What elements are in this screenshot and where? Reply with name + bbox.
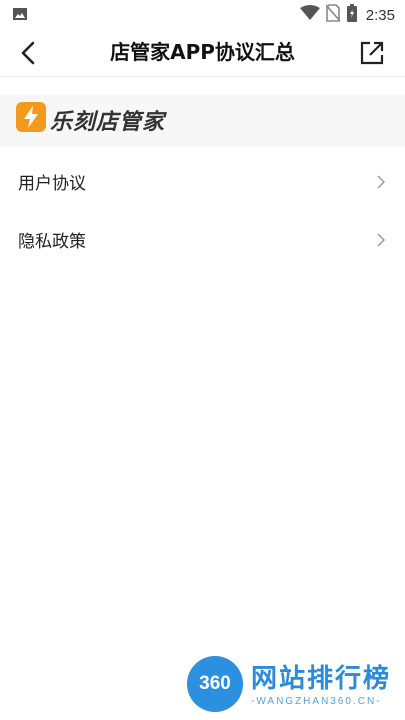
image-icon <box>12 6 28 26</box>
battery-icon <box>346 4 358 26</box>
watermark-badge: 360 <box>187 656 243 712</box>
list-item-label: 隐私政策 <box>18 231 86 252</box>
no-sim-icon <box>325 4 341 26</box>
list-item-user-agreement[interactable]: 用户协议 <box>0 152 405 210</box>
chevron-right-icon <box>377 232 386 251</box>
watermark-title: 网站排行榜 <box>251 664 392 694</box>
status-icons: 2:35 <box>299 4 395 26</box>
list-item-label: 用户协议 <box>18 173 86 194</box>
open-external-button[interactable] <box>359 40 385 66</box>
status-time: 2:35 <box>365 6 395 24</box>
status-bar: 2:35 <box>0 0 405 28</box>
watermark-subtitle: -WANGZHAN360.CN- <box>251 696 382 707</box>
brand-name: 乐刻店管家 <box>50 110 166 135</box>
page-title: 店管家APP协议汇总 <box>110 40 295 64</box>
chevron-right-icon <box>377 174 386 193</box>
lightning-logo-icon <box>16 102 46 136</box>
list-item-privacy-policy[interactable]: 隐私政策 <box>0 210 405 268</box>
agreement-list: 用户协议 隐私政策 <box>0 152 405 268</box>
watermark-logo: 360 网站排行榜 -WANGZHAN360.CN- <box>187 654 397 716</box>
brand-banner: 乐刻店管家 <box>0 95 405 147</box>
app-bar: 店管家APP协议汇总 <box>0 28 405 77</box>
external-link-icon <box>360 41 384 65</box>
wifi-icon <box>299 5 320 25</box>
